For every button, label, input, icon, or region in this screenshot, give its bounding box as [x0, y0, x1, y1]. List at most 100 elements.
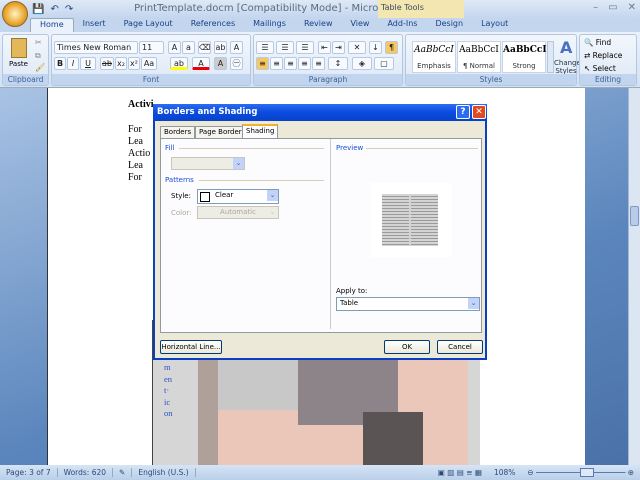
apply-to-select[interactable]: Table⌄: [336, 297, 480, 311]
paste-button[interactable]: Paste: [9, 60, 28, 68]
side-text: on: [164, 408, 173, 420]
ribbon-tabs: Home Insert Page Layout References Maili…: [0, 18, 640, 32]
chevron-down-icon: ⌄: [267, 207, 278, 218]
tab-references[interactable]: References: [182, 18, 244, 32]
style-strong[interactable]: AaBbCcI Strong: [502, 41, 546, 73]
line-spacing-icon[interactable]: ↕: [328, 57, 348, 70]
font-color-icon[interactable]: A: [192, 57, 210, 70]
font-size-select[interactable]: 11: [139, 41, 164, 54]
close-button[interactable]: ✕: [628, 2, 636, 13]
justify-icon[interactable]: ≡: [298, 57, 311, 70]
character-border-icon[interactable]: A: [230, 41, 243, 54]
tab-borders[interactable]: Borders: [160, 126, 195, 138]
tab-insert[interactable]: Insert: [74, 18, 115, 32]
select-button[interactable]: ↖ Select: [584, 64, 616, 73]
word-count[interactable]: Words: 620: [58, 468, 113, 477]
styles-label: Styles: [406, 74, 576, 85]
underline-icon[interactable]: U: [80, 57, 96, 70]
copy-icon[interactable]: ⧉: [35, 51, 41, 61]
enclose-characters-icon[interactable]: ㊀: [230, 57, 243, 70]
cut-icon[interactable]: ✂: [35, 38, 42, 47]
save-icon[interactable]: 💾: [32, 4, 44, 15]
view-buttons[interactable]: ▣ ▥ ▤ ≡ ▦: [432, 468, 488, 477]
cancel-button[interactable]: Cancel: [437, 340, 483, 354]
replace-button[interactable]: ⇄ Replace: [584, 51, 622, 60]
dialog-close-button[interactable]: ✕: [472, 105, 486, 119]
align-right-icon[interactable]: ≡: [284, 57, 297, 70]
undo-icon[interactable]: ↶: [50, 4, 58, 15]
styles-scroll[interactable]: [547, 41, 554, 73]
change-case-icon[interactable]: Aa: [141, 57, 157, 70]
show-paragraph-marks-icon[interactable]: ¶: [385, 41, 398, 54]
zoom-level[interactable]: 108%: [488, 468, 521, 477]
help-button[interactable]: ?: [456, 105, 470, 119]
style-name: Strong: [503, 62, 545, 70]
find-button[interactable]: 🔍 Find: [584, 38, 611, 47]
italic-icon[interactable]: I: [67, 57, 79, 70]
highlight-icon[interactable]: ab: [170, 57, 188, 70]
proofing-icon[interactable]: ✎: [113, 468, 132, 477]
tab-page-layout[interactable]: Page Layout: [115, 18, 182, 32]
side-text: en: [164, 374, 173, 386]
bold-icon[interactable]: B: [54, 57, 66, 70]
style-name: ¶ Normal: [458, 62, 500, 70]
tab-design[interactable]: Design: [426, 18, 472, 32]
fill-select[interactable]: ⌄: [171, 157, 245, 170]
clear-formatting-icon[interactable]: ⌫: [198, 41, 211, 54]
strikethrough-icon[interactable]: ab: [100, 57, 114, 70]
minimize-button[interactable]: –: [593, 2, 598, 13]
tab-home[interactable]: Home: [30, 18, 74, 32]
tab-view[interactable]: View: [341, 18, 378, 32]
increase-indent-icon[interactable]: ⇥: [332, 41, 345, 54]
vertical-scrollbar[interactable]: [628, 88, 640, 465]
borders-icon[interactable]: ▢: [374, 57, 394, 70]
numbering-icon[interactable]: ☰: [276, 41, 294, 54]
style-sample: AaBbCcI: [503, 45, 545, 55]
style-select[interactable]: Clear⌄: [197, 189, 279, 204]
tab-mailings[interactable]: Mailings: [244, 18, 295, 32]
text-direction-icon[interactable]: ✕: [348, 41, 366, 54]
shading-icon[interactable]: ◈: [352, 57, 372, 70]
multilevel-list-icon[interactable]: ☰: [296, 41, 314, 54]
align-left-icon[interactable]: ≡: [256, 57, 269, 70]
bullets-icon[interactable]: ☰: [256, 41, 274, 54]
find-label: Find: [596, 38, 611, 47]
tab-review[interactable]: Review: [295, 18, 342, 32]
page-indicator[interactable]: Page: 3 of 7: [0, 468, 58, 477]
horizontal-line-button[interactable]: Horizontal Line...: [160, 340, 222, 354]
font-name-select[interactable]: Times New Roman: [54, 41, 138, 54]
shrink-font-icon[interactable]: a: [182, 41, 195, 54]
center-icon[interactable]: ≡: [270, 57, 283, 70]
tab-layout[interactable]: Layout: [472, 18, 517, 32]
style-emphasis[interactable]: AaBbCcI Emphasis: [412, 41, 456, 73]
style-normal[interactable]: AaBbCcI¶ Normal: [457, 41, 501, 73]
paragraph-group: ☰ ☰ ☰ ⇤ ⇥ ✕ ↓ ¶ ≡ ≡ ≡ ≡ ≡ ↕ ◈ ▢ Paragrap…: [253, 34, 403, 86]
change-styles-button[interactable]: Change Styles: [554, 59, 578, 75]
maximize-button[interactable]: ▭: [608, 2, 617, 13]
zoom-slider[interactable]: ⊖⊕: [521, 468, 640, 477]
language-indicator[interactable]: English (U.S.): [132, 468, 195, 477]
paragraph-label: Paragraph: [254, 74, 402, 85]
grow-font-icon[interactable]: A: [168, 41, 181, 54]
shading-preview[interactable]: [370, 183, 452, 257]
character-shading-icon[interactable]: A: [214, 57, 227, 70]
subscript-icon[interactable]: x₂: [115, 57, 127, 70]
scroll-thumb[interactable]: [630, 206, 639, 226]
phonetic-guide-icon[interactable]: ab: [214, 41, 227, 54]
ok-button[interactable]: OK: [384, 340, 430, 354]
office-button[interactable]: [2, 1, 28, 27]
tab-add-ins[interactable]: Add-Ins: [378, 18, 426, 32]
redo-icon[interactable]: ↷: [65, 4, 73, 15]
distributed-icon[interactable]: ≡: [312, 57, 325, 70]
decrease-indent-icon[interactable]: ⇤: [318, 41, 331, 54]
paste-icon[interactable]: [11, 38, 27, 58]
borders-and-shading-dialog: Borders and Shading ? ✕ Borders Page Bor…: [153, 104, 487, 360]
format-painter-icon[interactable]: 🖌: [35, 63, 45, 72]
style-name: Emphasis: [413, 62, 455, 70]
sort-icon[interactable]: ↓: [369, 41, 382, 54]
tab-page-border[interactable]: Page Border: [195, 126, 246, 138]
tab-shading[interactable]: Shading: [242, 124, 278, 138]
superscript-icon[interactable]: x²: [128, 57, 140, 70]
chevron-down-icon: ⌄: [267, 190, 278, 201]
style-sample: AaBbCcI: [413, 45, 455, 55]
